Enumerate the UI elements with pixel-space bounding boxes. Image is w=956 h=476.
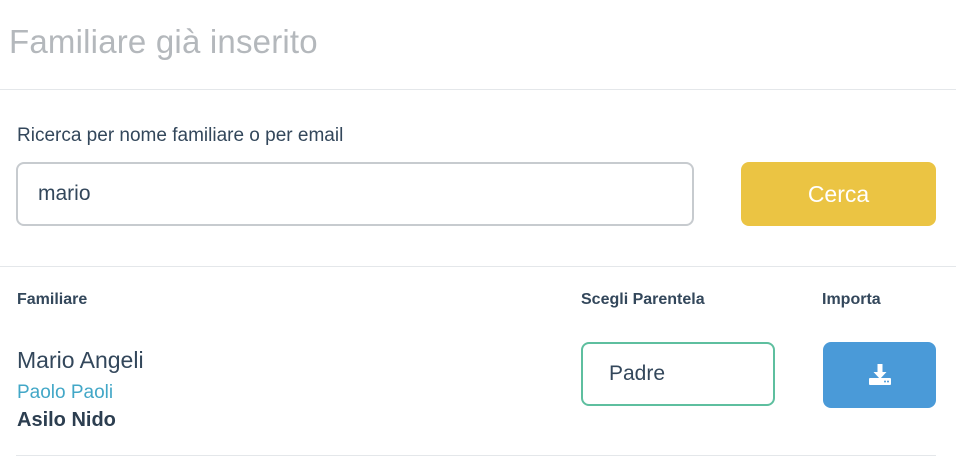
header-divider <box>0 89 956 90</box>
child-link[interactable]: Paolo Paoli <box>17 381 113 405</box>
modal-title: Familiare già inserito <box>9 23 318 60</box>
column-header-familiare: Familiare <box>17 291 88 308</box>
column-header-importa: Importa <box>822 291 881 308</box>
search-label: Ricerca per nome familiare o per email <box>17 125 344 146</box>
search-input[interactable] <box>16 162 694 226</box>
search-divider <box>0 266 956 267</box>
download-icon <box>868 364 892 386</box>
school-name: Asilo Nido <box>17 409 116 431</box>
family-member-name: Mario Angeli <box>17 347 144 373</box>
column-header-parentela: Scegli Parentela <box>581 291 705 308</box>
search-button[interactable]: Cerca <box>741 162 936 226</box>
import-button[interactable] <box>823 342 936 408</box>
relation-select[interactable]: Padre <box>581 342 775 406</box>
row-divider <box>16 455 936 456</box>
relation-select-value: Padre <box>609 362 666 385</box>
